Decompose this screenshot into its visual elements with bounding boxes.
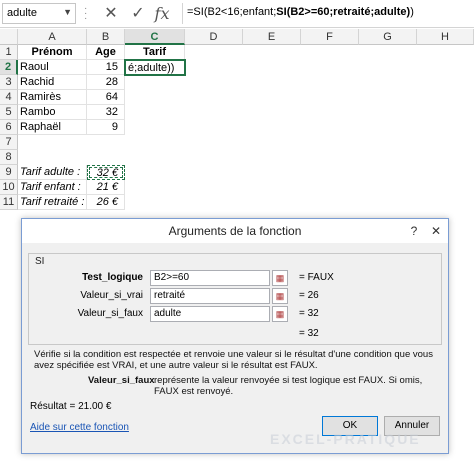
tarif-label[interactable]: Tarif retraité : bbox=[18, 195, 87, 210]
tarif-label[interactable]: Tarif enfant : bbox=[18, 180, 87, 195]
cell-name[interactable]: Rambo bbox=[18, 105, 87, 120]
function-name: SI bbox=[35, 256, 45, 267]
arg-input-test-logique[interactable]: B2>=60 bbox=[150, 270, 270, 286]
column-header-h[interactable]: H bbox=[417, 29, 474, 45]
row-header[interactable]: 2 bbox=[0, 60, 18, 75]
tarif-value-retraite[interactable]: 26 € bbox=[87, 195, 125, 210]
cell-age[interactable]: 64 bbox=[87, 90, 125, 105]
row-header[interactable]: 3 bbox=[0, 75, 18, 90]
select-all-corner[interactable] bbox=[0, 29, 18, 45]
cell-age[interactable]: 15 bbox=[87, 60, 125, 75]
dialog-title: Arguments de la fonction bbox=[168, 224, 302, 238]
row-header[interactable]: 7 bbox=[0, 135, 18, 150]
cell-name[interactable]: Ramirès bbox=[18, 90, 87, 105]
cell-age[interactable]: 32 bbox=[87, 105, 125, 120]
column-header-g[interactable]: G bbox=[359, 29, 417, 45]
column-header-a[interactable]: A bbox=[18, 29, 87, 45]
cancel-formula-button[interactable]: ✕ bbox=[101, 4, 121, 24]
function-total-result: = 32 bbox=[299, 328, 319, 339]
row-header[interactable]: 8 bbox=[0, 150, 18, 165]
arg-result: = 32 bbox=[299, 308, 319, 319]
tarif-value-adulte[interactable]: 32 € bbox=[87, 165, 125, 180]
formula-text-bold: SI(B2>=60;retraité;adulte) bbox=[276, 6, 411, 18]
name-box[interactable]: adulte ▼ bbox=[2, 3, 76, 24]
dialog-body: SI Test_logique B2>=60 ▦ = FAUX Valeur_s… bbox=[26, 245, 444, 417]
range-picker-icon[interactable]: ▦ bbox=[272, 270, 288, 286]
formula-text-suffix: ) bbox=[410, 6, 414, 18]
arg-detail-text: représente la valeur renvoyée si test lo… bbox=[154, 375, 423, 397]
cell-name[interactable]: Raphaël bbox=[18, 120, 87, 135]
row-header[interactable]: 9 bbox=[0, 165, 18, 180]
arg-detail-name: Valeur_si_faux bbox=[88, 375, 155, 386]
header-cell-tarif[interactable]: Tarif bbox=[125, 45, 185, 60]
grip-icon[interactable]: · · · bbox=[84, 4, 88, 24]
column-header-e[interactable]: E bbox=[243, 29, 301, 45]
tarif-label[interactable]: Tarif adulte : bbox=[18, 165, 87, 180]
row-header[interactable]: 11 bbox=[0, 195, 18, 210]
enter-formula-button[interactable]: ✓ bbox=[128, 4, 148, 24]
arg-input-valeur-si-vrai[interactable]: retraité bbox=[150, 288, 270, 304]
range-picker-icon[interactable]: ▦ bbox=[272, 306, 288, 322]
formula-result: Résultat = 21.00 € bbox=[30, 401, 112, 412]
formula-bar: adulte ▼ · · · ✕ ✓ fx =SI(B2<16;enfant;SI(… bbox=[0, 0, 474, 28]
arg-label-test-logique: Test_logique bbox=[82, 272, 143, 283]
cell-age[interactable]: 9 bbox=[87, 120, 125, 135]
column-header-b[interactable]: B bbox=[87, 29, 125, 45]
formula-input[interactable]: =SI(B2<16;enfant;SI(B2>=60;retraité;adul… bbox=[182, 3, 472, 24]
spreadsheet-grid: A B C D E F G H 1 2 3 4 5 6 7 8 9 10 11 … bbox=[0, 29, 474, 210]
arg-result: = FAUX bbox=[299, 272, 334, 283]
column-header-c[interactable]: C bbox=[125, 29, 185, 45]
watermark-logo: EXCEL-PRATIQUE bbox=[270, 431, 421, 447]
arg-result: = 26 bbox=[299, 290, 319, 301]
fx-icon: fx bbox=[154, 4, 170, 23]
header-cell-age[interactable]: Age bbox=[87, 45, 125, 60]
row-header[interactable]: 10 bbox=[0, 180, 18, 195]
close-icon[interactable]: ✕ bbox=[426, 222, 446, 240]
arg-label-valeur-si-vrai: Valeur_si_vrai bbox=[80, 290, 143, 301]
arguments-group: SI Test_logique B2>=60 ▦ = FAUX Valeur_s… bbox=[28, 253, 442, 345]
check-icon: ✓ bbox=[131, 5, 145, 22]
cell-name[interactable]: Raoul bbox=[18, 60, 87, 75]
header-cell-prenom[interactable]: Prénom bbox=[18, 45, 87, 60]
dialog-titlebar[interactable]: Arguments de la fonction ? ✕ bbox=[22, 219, 448, 243]
name-box-value: adulte bbox=[7, 7, 37, 19]
close-icon: ✕ bbox=[104, 5, 118, 22]
function-arguments-dialog: Arguments de la fonction ? ✕ SI Test_log… bbox=[21, 218, 449, 454]
help-link[interactable]: Aide sur cette fonction bbox=[30, 422, 129, 433]
row-header[interactable]: 6 bbox=[0, 120, 18, 135]
cell-age[interactable]: 28 bbox=[87, 75, 125, 90]
cell-name[interactable]: Rachid bbox=[18, 75, 87, 90]
help-icon[interactable]: ? bbox=[404, 222, 424, 240]
insert-function-button[interactable]: fx bbox=[152, 4, 172, 24]
function-description: Vérifie si la condition est respectée et… bbox=[34, 349, 433, 371]
chevron-down-icon[interactable]: ▼ bbox=[63, 7, 72, 17]
arg-label-valeur-si-faux: Valeur_si_faux bbox=[77, 308, 143, 319]
active-cell-c2[interactable]: é;adulte)) bbox=[124, 59, 186, 76]
arg-input-valeur-si-faux[interactable]: adulte bbox=[150, 306, 270, 322]
column-header-d[interactable]: D bbox=[185, 29, 243, 45]
row-header[interactable]: 1 bbox=[0, 45, 18, 60]
tarif-value-enfant[interactable]: 21 € bbox=[87, 180, 125, 195]
range-picker-icon[interactable]: ▦ bbox=[272, 288, 288, 304]
row-header[interactable]: 4 bbox=[0, 90, 18, 105]
column-header-f[interactable]: F bbox=[301, 29, 359, 45]
row-header[interactable]: 5 bbox=[0, 105, 18, 120]
formula-text-prefix: =SI(B2<16;enfant; bbox=[187, 6, 277, 18]
